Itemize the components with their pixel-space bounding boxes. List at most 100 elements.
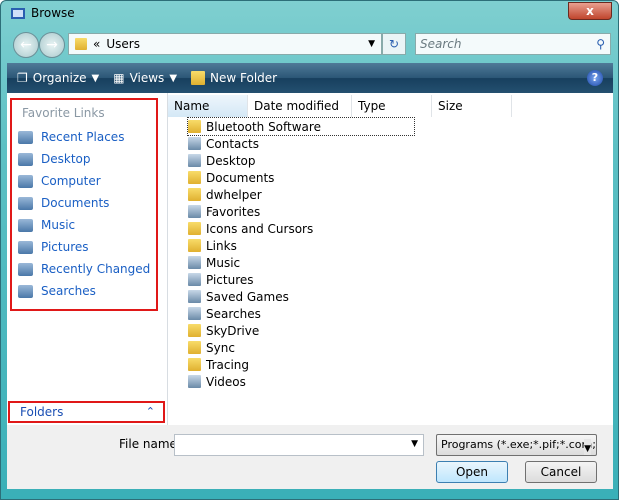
file-row[interactable]: dwhelper bbox=[188, 186, 414, 203]
special-folder-icon bbox=[188, 290, 201, 303]
file-name: Pictures bbox=[206, 272, 254, 287]
file-row[interactable]: Documents bbox=[188, 169, 414, 186]
favorite-links-panel: Favorite Links Recent Places Desktop Com… bbox=[10, 98, 158, 311]
cancel-button[interactable]: Cancel bbox=[525, 461, 597, 483]
file-row[interactable]: Favorites bbox=[188, 203, 414, 220]
column-type[interactable]: Type bbox=[352, 95, 432, 117]
folder-icon bbox=[188, 341, 201, 354]
file-name: Icons and Cursors bbox=[206, 221, 314, 236]
link-desktop[interactable]: Desktop bbox=[18, 148, 91, 170]
file-row[interactable]: Searches bbox=[188, 305, 414, 322]
file-name: Desktop bbox=[206, 153, 256, 168]
help-icon[interactable]: ? bbox=[587, 70, 603, 86]
address-bar[interactable]: « Users ▼ bbox=[68, 33, 382, 55]
file-name-input[interactable]: ▼ bbox=[174, 434, 424, 456]
link-recent-places[interactable]: Recent Places bbox=[18, 126, 124, 148]
file-name: Tracing bbox=[206, 357, 250, 372]
bottom-panel: File name: ▼ Programs (*.exe;*.pif;*.com… bbox=[7, 425, 613, 489]
views-button[interactable]: ▦ Views ▼ bbox=[113, 71, 177, 85]
file-row[interactable]: Saved Games bbox=[188, 288, 414, 305]
toolbar: ❐ Organize ▼ ▦ Views ▼ New Folder ? bbox=[7, 63, 613, 93]
folder-icon bbox=[188, 239, 201, 252]
title-bar: Browse bbox=[11, 6, 75, 20]
link-computer[interactable]: Computer bbox=[18, 170, 101, 192]
path-users[interactable]: Users bbox=[106, 37, 140, 51]
pictures-icon bbox=[18, 240, 33, 254]
special-folder-icon bbox=[188, 256, 201, 269]
open-button[interactable]: Open bbox=[436, 461, 508, 483]
close-button[interactable]: x bbox=[568, 2, 612, 20]
link-label: Pictures bbox=[41, 240, 89, 254]
file-name-label: File name: bbox=[119, 437, 181, 451]
folder-icon bbox=[75, 38, 87, 50]
link-label: Recently Changed bbox=[41, 262, 151, 276]
file-type-select[interactable]: Programs (*.exe;*.pif;*.com;*. ▼ bbox=[436, 434, 597, 456]
file-row[interactable]: Music bbox=[188, 254, 414, 271]
views-label: Views bbox=[129, 71, 165, 85]
file-name: Videos bbox=[206, 374, 246, 389]
folder-icon bbox=[188, 324, 201, 337]
file-name: dwhelper bbox=[206, 187, 262, 202]
window-title: Browse bbox=[31, 6, 75, 20]
file-row[interactable]: Sync bbox=[188, 339, 414, 356]
file-name: Sync bbox=[206, 340, 235, 355]
column-date-modified[interactable]: Date modified bbox=[248, 95, 352, 117]
refresh-button[interactable]: ↻ bbox=[382, 33, 406, 55]
new-folder-icon bbox=[191, 71, 206, 85]
chevron-down-icon[interactable]: ▼ bbox=[368, 39, 375, 49]
folder-icon bbox=[188, 171, 201, 184]
file-row[interactable]: Links bbox=[188, 237, 414, 254]
link-label: Computer bbox=[41, 174, 101, 188]
file-row[interactable]: Contacts bbox=[188, 135, 414, 152]
file-row[interactable]: Tracing bbox=[188, 356, 414, 373]
file-row[interactable]: Pictures bbox=[188, 271, 414, 288]
chevron-up-icon[interactable]: ⌃ bbox=[146, 403, 155, 421]
file-row[interactable]: Desktop bbox=[188, 152, 414, 169]
column-name[interactable]: Name bbox=[168, 95, 248, 117]
forward-button[interactable]: → bbox=[39, 32, 65, 58]
organize-button[interactable]: ❐ Organize ▼ bbox=[17, 71, 99, 85]
special-folder-icon bbox=[188, 273, 201, 286]
chevron-down-icon[interactable]: ▼ bbox=[411, 439, 418, 449]
chevron-down-icon[interactable]: ▼ bbox=[584, 439, 591, 455]
link-searches[interactable]: Searches bbox=[18, 280, 96, 302]
searches-icon bbox=[18, 284, 33, 298]
link-label: Music bbox=[41, 218, 76, 232]
desktop-icon bbox=[18, 152, 33, 166]
recently-changed-icon bbox=[18, 262, 33, 276]
file-row[interactable]: Videos bbox=[188, 373, 414, 390]
new-folder-label: New Folder bbox=[210, 71, 278, 85]
folder-icon bbox=[188, 222, 201, 235]
file-name: SkyDrive bbox=[206, 323, 260, 338]
column-size[interactable]: Size bbox=[432, 95, 512, 117]
file-name: Searches bbox=[206, 306, 261, 321]
organize-icon: ❐ bbox=[17, 71, 28, 85]
folder-icon bbox=[188, 188, 201, 201]
file-row[interactable]: Bluetooth Software bbox=[187, 117, 415, 136]
browse-dialog: Browse x ← → « Users ▼ ↻ Search ⚲ ❐ Organ… bbox=[0, 0, 619, 500]
new-folder-button[interactable]: New Folder bbox=[191, 71, 277, 85]
search-input[interactable]: Search ⚲ bbox=[415, 33, 611, 55]
search-icon[interactable]: ⚲ bbox=[596, 34, 605, 54]
link-recently-changed[interactable]: Recently Changed bbox=[18, 258, 150, 280]
file-row[interactable]: Icons and Cursors bbox=[188, 220, 414, 237]
file-name: Links bbox=[206, 238, 237, 253]
link-label: Recent Places bbox=[41, 130, 125, 144]
special-folder-icon bbox=[188, 137, 201, 150]
file-name: Favorites bbox=[206, 204, 261, 219]
file-name: Documents bbox=[206, 170, 275, 185]
back-button[interactable]: ← bbox=[13, 32, 39, 58]
link-pictures[interactable]: Pictures bbox=[18, 236, 89, 258]
views-icon: ▦ bbox=[113, 71, 125, 85]
link-label: Searches bbox=[41, 284, 96, 298]
file-name: Saved Games bbox=[206, 289, 289, 304]
file-type-value: Programs (*.exe;*.pif;*.com;*. bbox=[441, 438, 597, 451]
organize-label: Organize bbox=[32, 71, 87, 85]
link-music[interactable]: Music bbox=[18, 214, 75, 236]
link-documents[interactable]: Documents bbox=[18, 192, 109, 214]
folders-toggle[interactable]: Folders ⌃ bbox=[8, 401, 165, 423]
recent-places-icon bbox=[18, 130, 33, 144]
file-row[interactable]: SkyDrive bbox=[188, 322, 414, 339]
special-folder-icon bbox=[188, 205, 201, 218]
computer-icon bbox=[18, 174, 33, 188]
